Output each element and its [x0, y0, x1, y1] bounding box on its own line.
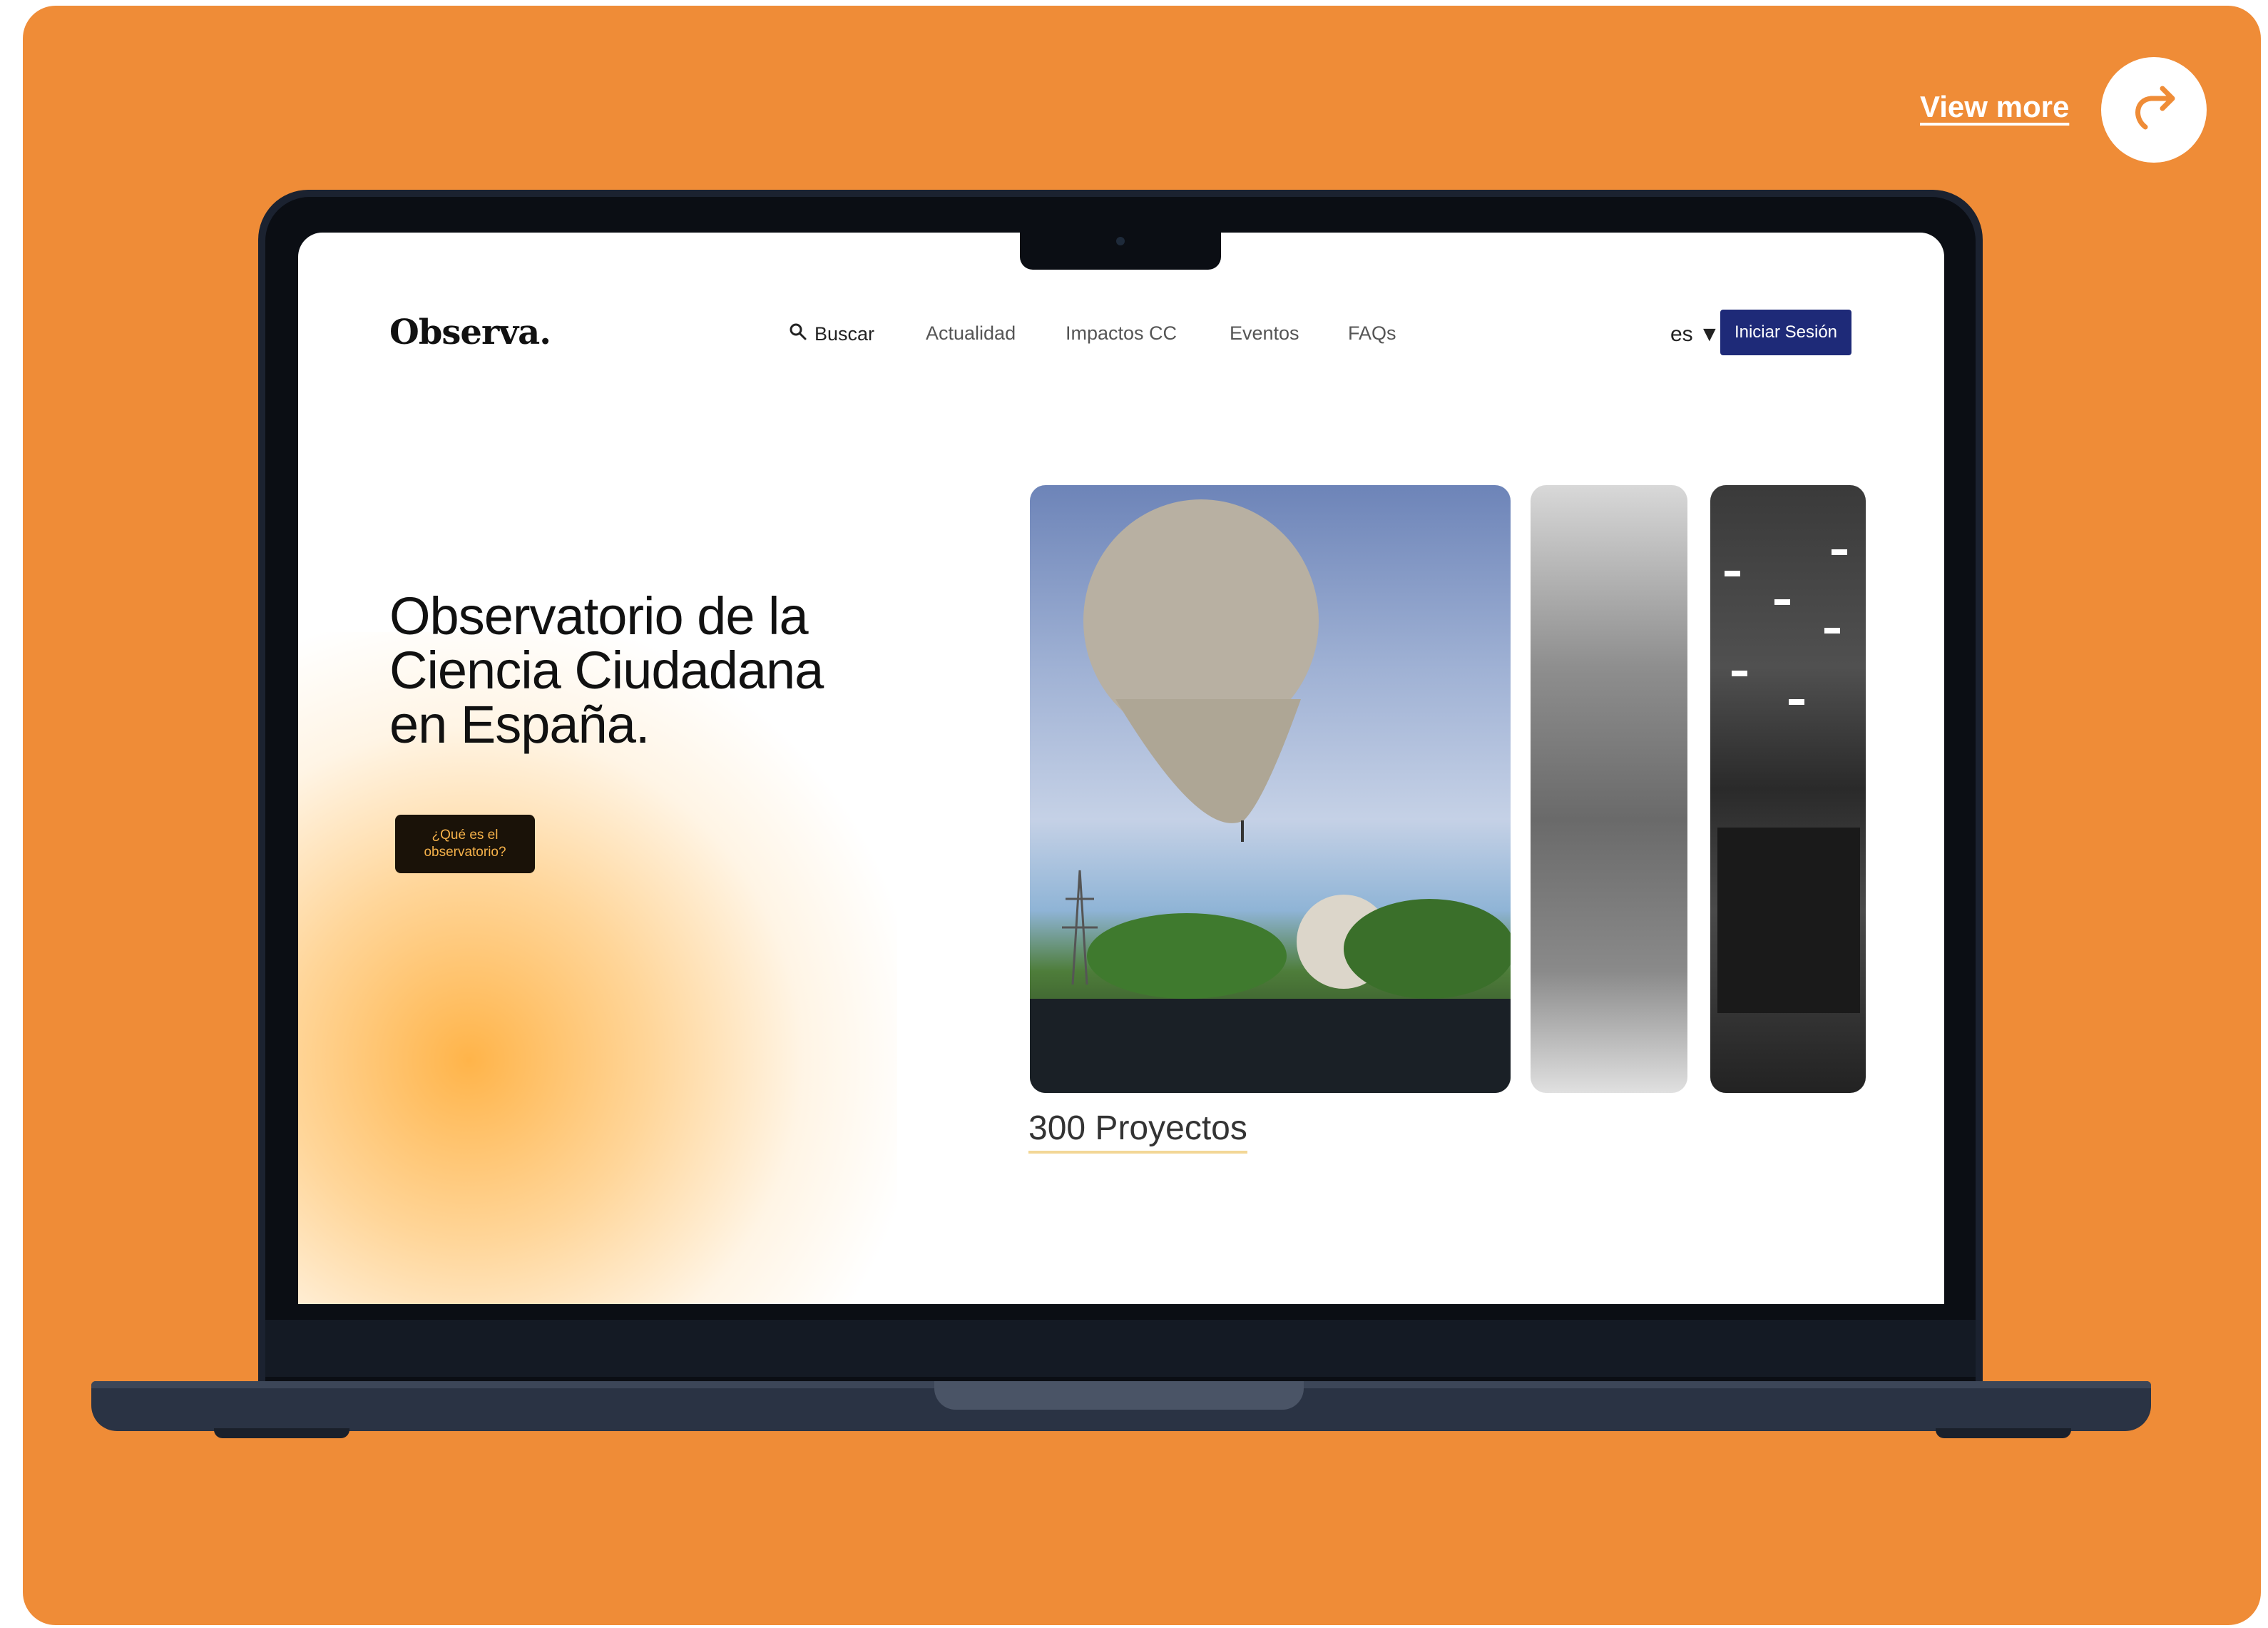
- nav-item-faqs[interactable]: FAQs: [1348, 322, 1396, 345]
- login-button[interactable]: Iniciar Sesión: [1720, 310, 1851, 355]
- language-select[interactable]: es ▼: [1670, 322, 1720, 347]
- camera-dot: [1116, 237, 1125, 245]
- nav-search[interactable]: Buscar: [789, 322, 874, 346]
- hero-title: Observatorio de la Ciencia Ciudadana en …: [389, 589, 903, 752]
- nav-item-impactos[interactable]: Impactos CC: [1066, 322, 1177, 345]
- hero-title-line: en España.: [389, 695, 650, 754]
- site-logo[interactable]: Observa.: [389, 312, 551, 352]
- laptop-chin: [265, 1320, 1976, 1377]
- view-more-link[interactable]: View more: [1920, 90, 2069, 124]
- share-arrow-icon: [2124, 78, 2184, 142]
- about-observatory-button[interactable]: ¿Qué es el observatorio?: [395, 815, 535, 873]
- projects-count: 300 Proyectos: [1028, 1109, 1247, 1154]
- laptop-groove: [934, 1381, 1304, 1410]
- website-screen: Observa. Buscar Actualidad Impactos CC E…: [298, 233, 1944, 1304]
- hands-grain-photo[interactable]: [1531, 485, 1687, 1093]
- screen-notch: [1020, 228, 1221, 270]
- search-icon: [789, 322, 807, 346]
- view-more-button[interactable]: [2101, 57, 2207, 163]
- laptop-foot: [214, 1428, 349, 1438]
- nav-search-label: Buscar: [814, 323, 875, 345]
- nav-item-actualidad[interactable]: Actualidad: [926, 322, 1016, 345]
- laptop-foot: [1936, 1428, 2071, 1438]
- hero-title-line: Observatorio de la: [389, 586, 809, 646]
- nav-item-eventos[interactable]: Eventos: [1230, 322, 1299, 345]
- hero-title-line: Ciencia Ciudadana: [389, 641, 824, 700]
- conference-room-photo[interactable]: [1710, 485, 1866, 1093]
- balloon-photo[interactable]: [1030, 485, 1511, 1093]
